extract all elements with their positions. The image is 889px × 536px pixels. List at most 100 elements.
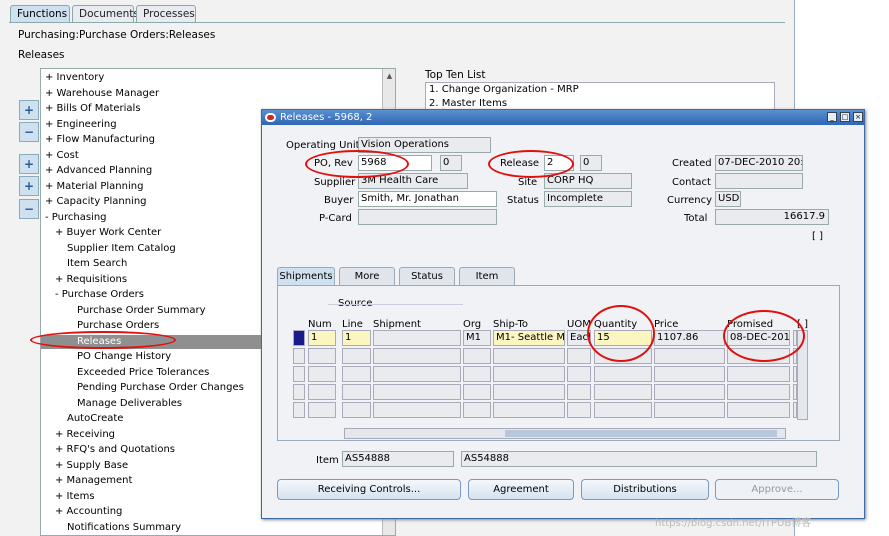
tree-item[interactable]: + Material Planning — [45, 180, 143, 194]
tab-status[interactable]: Status — [399, 267, 455, 285]
tree-item[interactable]: + Capacity Planning — [45, 195, 147, 209]
cell-shipment[interactable] — [373, 330, 461, 346]
po-revision-field[interactable]: 0 — [440, 155, 462, 171]
empty-cell[interactable] — [654, 384, 725, 400]
tab-more[interactable]: More — [339, 267, 395, 285]
cell-line[interactable]: 1 — [342, 330, 371, 346]
top-ten-list[interactable]: 1. Change Organization - MRP 2. Master I… — [425, 82, 775, 112]
empty-cell[interactable] — [342, 402, 371, 418]
tab-shipments[interactable]: Shipments — [277, 267, 335, 285]
tree-item[interactable]: + Bills Of Materials — [45, 102, 141, 116]
tree-item[interactable]: - Purchasing — [45, 211, 107, 225]
tab-processes[interactable]: Processes — [136, 5, 196, 23]
expand-all-icon[interactable]: + — [19, 176, 39, 196]
empty-cell[interactable] — [342, 348, 371, 364]
grid-hscrollbar[interactable] — [344, 428, 786, 439]
empty-cell[interactable] — [373, 384, 461, 400]
tree-item[interactable]: PO Change History — [77, 350, 171, 364]
empty-cell[interactable] — [308, 402, 336, 418]
list-item[interactable]: 1. Change Organization - MRP — [426, 83, 774, 97]
empty-cell[interactable] — [493, 366, 565, 382]
item-description-field[interactable]: AS54888 — [461, 451, 817, 467]
empty-cell[interactable] — [493, 384, 565, 400]
empty-cell[interactable] — [654, 366, 725, 382]
empty-cell[interactable] — [594, 366, 652, 382]
empty-cell[interactable] — [342, 366, 371, 382]
release-revision-field[interactable]: 0 — [580, 155, 602, 171]
expand-icon[interactable]: + — [19, 100, 39, 120]
tree-item[interactable]: Item Search — [67, 257, 127, 271]
collapse-icon[interactable]: − — [19, 122, 39, 142]
empty-cell[interactable] — [463, 402, 491, 418]
tree-item[interactable]: + Management — [55, 474, 132, 488]
tree-item[interactable]: AutoCreate — [67, 412, 123, 426]
expand-branch-icon[interactable]: + — [19, 154, 39, 174]
tree-item[interactable]: + Flow Manufacturing — [45, 133, 155, 147]
tree-item[interactable]: Exceeded Price Tolerances — [77, 366, 209, 380]
empty-cell[interactable] — [567, 384, 591, 400]
total-field[interactable]: 16617.9 — [715, 209, 829, 225]
empty-cell[interactable] — [308, 348, 336, 364]
empty-cell[interactable] — [373, 402, 461, 418]
tree-item[interactable]: + Buyer Work Center — [55, 226, 161, 240]
scroll-up-icon[interactable]: ▲ — [383, 69, 395, 81]
row-indicator[interactable] — [293, 402, 305, 418]
empty-cell[interactable] — [493, 348, 565, 364]
empty-cell[interactable] — [654, 402, 725, 418]
empty-cell[interactable] — [463, 366, 491, 382]
window-titlebar[interactable]: Releases - 5968, 2 _ □ × — [262, 110, 864, 125]
cell-ship_to[interactable]: M1- Seattle Mfg — [493, 330, 565, 346]
tree-item[interactable]: + Supply Base — [55, 459, 128, 473]
tree-item[interactable]: Supplier Item Catalog — [67, 242, 176, 256]
empty-cell[interactable] — [373, 366, 461, 382]
empty-cell[interactable] — [654, 348, 725, 364]
descriptive-flexfield[interactable]: [ ] — [812, 231, 823, 242]
empty-cell[interactable] — [463, 348, 491, 364]
tab-documents[interactable]: Documents — [72, 5, 139, 23]
pcard-field[interactable] — [358, 209, 497, 225]
tree-item[interactable]: + Receiving — [55, 428, 115, 442]
empty-cell[interactable] — [594, 384, 652, 400]
tree-item[interactable]: Pending Purchase Order Changes — [77, 381, 244, 395]
empty-cell[interactable] — [373, 348, 461, 364]
collapse-all-icon[interactable]: − — [19, 199, 39, 219]
tree-item[interactable]: Purchase Order Summary — [77, 304, 206, 318]
currency-field[interactable]: USD — [715, 191, 741, 207]
tree-item[interactable]: + Engineering — [45, 118, 117, 132]
tree-item[interactable]: + Items — [55, 490, 95, 504]
buyer-field[interactable]: Smith, Mr. Jonathan — [358, 191, 497, 207]
approve-button[interactable]: Approve... — [715, 479, 839, 500]
empty-cell[interactable] — [594, 402, 652, 418]
tree-item[interactable]: Notifications Summary — [67, 521, 181, 535]
tree-item[interactable]: + Warehouse Manager — [45, 87, 159, 101]
distributions-button[interactable]: Distributions — [581, 479, 709, 500]
empty-cell[interactable] — [463, 384, 491, 400]
tree-item[interactable]: + Advanced Planning — [45, 164, 152, 178]
empty-cell[interactable] — [567, 366, 591, 382]
agreement-button[interactable]: Agreement — [468, 479, 574, 500]
empty-cell[interactable] — [308, 384, 336, 400]
cell-org[interactable]: M1 — [463, 330, 491, 346]
empty-cell[interactable] — [727, 366, 790, 382]
contact-field[interactable] — [715, 173, 803, 189]
empty-cell[interactable] — [342, 384, 371, 400]
minimize-icon[interactable]: _ — [827, 112, 837, 122]
empty-cell[interactable] — [493, 402, 565, 418]
status-field[interactable]: Incomplete — [544, 191, 632, 207]
empty-cell[interactable] — [567, 348, 591, 364]
created-field[interactable]: 07-DEC-2010 20:46 — [715, 155, 803, 171]
row-indicator[interactable] — [293, 384, 305, 400]
tree-item[interactable]: + Requisitions — [55, 273, 127, 287]
row-indicator-current[interactable] — [293, 330, 305, 346]
tab-functions[interactable]: Functions — [10, 5, 70, 23]
row-indicator[interactable] — [293, 348, 305, 364]
tree-item[interactable]: + Accounting — [55, 505, 122, 519]
tree-item[interactable]: + Cost — [45, 149, 79, 163]
empty-cell[interactable] — [727, 402, 790, 418]
item-code-field[interactable]: AS54888 — [342, 451, 454, 467]
maximize-icon[interactable]: □ — [840, 112, 850, 122]
cell-price[interactable]: 1107.86 — [654, 330, 725, 346]
receiving-controls-button[interactable]: Receiving Controls... — [277, 479, 461, 500]
tree-item[interactable]: - Purchase Orders — [55, 288, 144, 302]
row-indicator[interactable] — [293, 366, 305, 382]
